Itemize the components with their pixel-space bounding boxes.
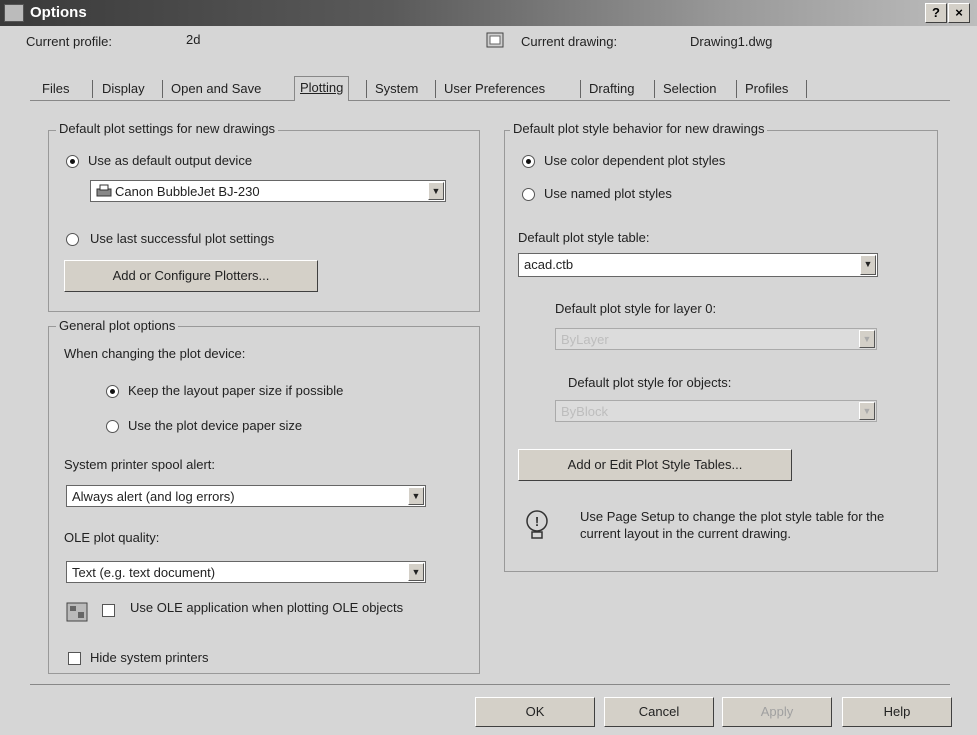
title-bar [0,0,977,26]
tab-drafting[interactable]: Drafting [584,78,640,99]
use-device-paper-label: Use the plot device paper size [128,418,303,433]
named-styles-radio[interactable] [522,188,535,201]
chevron-down-icon: ▼ [408,563,424,581]
objects-style-label: Default plot style for objects: [568,375,732,390]
drawing-file-icon [486,32,504,48]
hide-system-printers-checkbox[interactable] [68,652,81,665]
tab-plotting-label: Plotting [300,80,344,95]
tab-system[interactable]: System [370,78,423,99]
use-ole-app-checkbox[interactable] [102,604,115,617]
ok-button[interactable]: OK [475,697,595,727]
tab-separator [806,80,807,98]
output-device-select[interactable]: Canon BubbleJet BJ-230 ▼ [90,180,446,202]
ole-plot-quality-label: OLE plot quality: [64,530,160,545]
objects-style-value: ByBlock [561,404,608,419]
current-profile-value: 2d [186,32,201,47]
tab-user-preferences[interactable]: User Preferences [439,78,550,99]
spool-alert-label: System printer spool alert: [64,457,216,472]
current-profile-label: Current profile: [26,34,112,49]
window-title: Options [30,4,87,21]
hide-system-printers-label: Hide system printers [90,650,209,665]
use-default-device-label: Use as default output device [88,153,253,168]
style-table-select[interactable]: acad.ctb ▼ [518,253,878,277]
layer0-style-label: Default plot style for layer 0: [555,301,717,316]
chevron-down-icon: ▼ [860,255,876,275]
use-default-device-radio[interactable] [66,155,79,168]
spool-alert-select[interactable]: Always alert (and log errors) ▼ [66,485,426,507]
edit-plot-style-tables-button[interactable]: Add or Edit Plot Style Tables... [518,449,792,481]
cancel-button[interactable]: Cancel [604,697,714,727]
use-ole-app-label: Use OLE application when plotting OLE ob… [130,600,404,615]
tab-separator [435,80,436,98]
tab-display[interactable]: Display [97,78,150,99]
layer0-style-value: ByLayer [561,332,609,347]
plot-style-behavior-label: Default plot style behavior for new draw… [510,121,768,136]
keep-layout-paper-label: Keep the layout paper size if possible [128,383,344,398]
tab-separator [654,80,655,98]
printer-icon [96,184,112,197]
ole-app-icon [66,602,88,622]
spool-alert-value: Always alert (and log errors) [72,489,235,504]
default-plot-settings-label: Default plot settings for new drawings [56,121,279,136]
chevron-down-icon: ▼ [859,402,875,420]
chevron-down-icon: ▼ [859,330,875,348]
footer-divider [30,684,950,685]
tab-separator [736,80,737,98]
close-button[interactable]: × [948,3,970,23]
app-icon [4,4,24,22]
help-titlebar-button[interactable]: ? [925,3,947,23]
use-last-settings-label: Use last successful plot settings [90,231,275,246]
current-drawing-value: Drawing1.dwg [690,34,773,49]
layer0-style-select[interactable]: ByLayer ▼ [555,328,877,350]
svg-text:!: ! [535,514,539,529]
style-table-label: Default plot style table: [518,230,650,245]
use-last-settings-radio[interactable] [66,233,79,246]
page-setup-info-text: Use Page Setup to change the plot style … [580,509,885,541]
tab-files[interactable]: Files [37,78,74,99]
tab-separator [162,80,163,98]
tab-profiles[interactable]: Profiles [740,78,793,99]
tab-separator [92,80,93,98]
use-device-paper-radio[interactable] [106,420,119,433]
lightbulb-info-icon: ! [526,510,548,539]
style-table-value: acad.ctb [524,257,574,272]
general-plot-options-label: General plot options [56,318,179,333]
color-dependent-label: Use color dependent plot styles [544,153,726,168]
tab-selection[interactable]: Selection [658,78,721,99]
when-changing-device-label: When changing the plot device: [64,346,246,361]
apply-button[interactable]: Apply [722,697,832,727]
tab-open-and-save[interactable]: Open and Save [166,78,266,99]
chevron-down-icon: ▼ [408,487,424,505]
objects-style-select[interactable]: ByBlock ▼ [555,400,877,422]
ole-plot-quality-value: Text (e.g. text document) [72,565,216,580]
add-configure-plotters-button[interactable]: Add or Configure Plotters... [64,260,318,292]
tab-separator [366,80,367,98]
chevron-down-icon: ▼ [428,182,444,200]
current-drawing-label: Current drawing: [521,34,618,49]
output-device-value: Canon BubbleJet BJ-230 [115,184,260,199]
color-dependent-radio[interactable] [522,155,535,168]
named-styles-label: Use named plot styles [544,186,672,201]
tab-plotting[interactable]: Plotting [294,76,350,101]
keep-layout-paper-radio[interactable] [106,385,119,398]
tab-separator [580,80,581,98]
tab-strip-border [30,100,950,101]
ole-plot-quality-select[interactable]: Text (e.g. text document) ▼ [66,561,426,583]
help-button[interactable]: Help [842,697,952,727]
